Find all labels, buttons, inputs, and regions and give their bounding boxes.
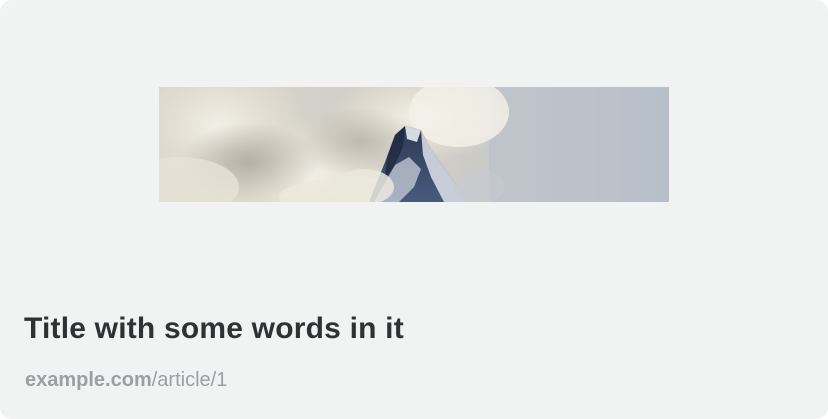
link-preview-card[interactable]: Title with some words in it example.com/… xyxy=(0,0,828,419)
card-link[interactable]: example.com/article/1 xyxy=(25,369,227,392)
preview-image[interactable] xyxy=(159,87,669,202)
link-path: /article/1 xyxy=(151,369,228,391)
mountain-peak-image xyxy=(159,87,669,202)
card-title[interactable]: Title with some words in it xyxy=(24,312,404,346)
link-domain: example.com xyxy=(25,369,152,391)
